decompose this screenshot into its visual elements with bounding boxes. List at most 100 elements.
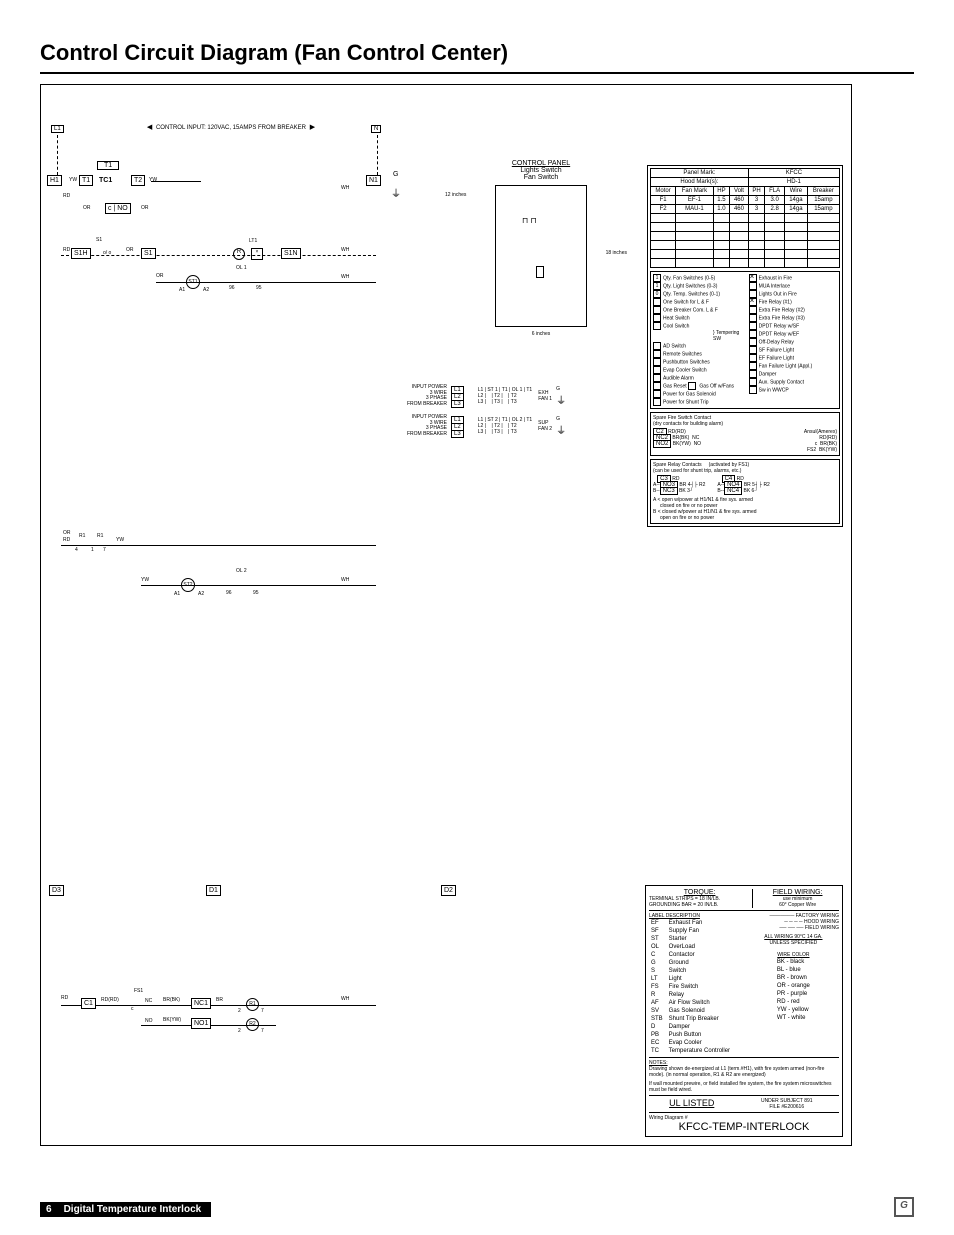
ol1-95: 95 <box>256 285 262 291</box>
arrow-right-icon <box>308 125 315 131</box>
fs1-no: NO <box>145 1018 153 1024</box>
no1-box: NO1 <box>191 1018 211 1029</box>
page-number: 6 <box>40 1202 58 1217</box>
wire-or-lower: OR <box>63 530 71 536</box>
st2-a1: A1 <box>174 591 180 597</box>
ul-listed: UL LISTED <box>649 1098 735 1110</box>
s1-label: S1 <box>96 237 102 243</box>
field-wiring-title: FIELD WIRING: <box>756 889 839 896</box>
panel-mark-val: KFCC <box>748 169 839 178</box>
wire-rd-lower: RD <box>63 537 70 543</box>
diagram-frame: L1 CONTROL INPUT: 120VAC, 15AMPS FROM BR… <box>40 84 852 1146</box>
wire-rd-fs: RD <box>61 995 68 1001</box>
hood-mark-lbl: Hood Mark(s): <box>651 178 749 187</box>
fs1-nc: NC <box>145 998 152 1004</box>
r1-lbl-b: R1 <box>97 533 103 539</box>
nc3: NC3 <box>660 487 678 495</box>
r-coil: R <box>233 248 245 260</box>
wire-wh-n1: WH <box>341 185 349 191</box>
c1-box: C1 <box>81 998 96 1009</box>
r1-coil: R1 <box>246 998 259 1011</box>
wire-or: OR <box>83 205 91 211</box>
input-power-2: INPUT POWER 3 WIRE 3 PHASE FROM BREAKER <box>391 415 447 437</box>
s1n-box: S1N <box>281 248 301 259</box>
n1-terminal: N1 <box>366 175 381 186</box>
arrow-left-icon <box>147 125 154 131</box>
wire-wh-3: WH <box>341 577 349 583</box>
wire-wh-2: WH <box>341 274 349 280</box>
control-input-label: CONTROL INPUT: 120VAC, 15AMPS FROM BREAK… <box>156 125 306 131</box>
input-power-1: INPUT POWER 3 WIRE 3 PHASE FROM BREAKER <box>391 385 447 407</box>
info-panel: Panel Mark:KFCC Hood Mark(s):HD-1 MotorF… <box>647 165 843 527</box>
dim-6: 6 inches <box>441 331 641 337</box>
fan2-label: FAN 2 <box>538 426 552 432</box>
model-code: KFCC-TEMP-INTERLOCK <box>649 1121 839 1133</box>
page-title: Control Circuit Diagram (Fan Control Cen… <box>40 40 914 66</box>
h1-terminal: H1 <box>47 175 62 186</box>
l3-a: L3 <box>451 400 464 408</box>
r1-1: 1 <box>91 547 94 553</box>
wire-or-2: OR <box>141 205 149 211</box>
r1-4: 4 <box>75 547 78 553</box>
fan1-label: FAN 1 <box>538 396 552 402</box>
panel-mark-lbl: Panel Mark: <box>651 169 749 178</box>
st1-coil: ST1 <box>186 275 200 289</box>
lt1-label: LT1 <box>249 238 257 244</box>
a1-label: A1 <box>179 287 185 293</box>
bk-yw: BK(YW) <box>163 1017 181 1023</box>
ol2-label: OL 2 <box>236 568 247 574</box>
nc1-box: NC1 <box>191 998 211 1009</box>
a2-label: A2 <box>203 287 209 293</box>
lt1-lamp: × <box>251 248 263 260</box>
dim-12: 12 inches <box>445 192 466 198</box>
wire-or-3: OR <box>126 247 134 253</box>
s1-box: S1 <box>141 248 156 259</box>
tc1-label: TC1 <box>99 177 112 184</box>
wire-rd: RD <box>63 193 70 199</box>
nc4: NC4 <box>724 487 742 495</box>
wire-wh: WH <box>341 247 349 253</box>
s1h-box: S1H <box>71 248 91 259</box>
fan-switch-label: Fan Switch <box>441 174 641 181</box>
ol1-96: 96 <box>229 285 235 291</box>
n-terminal: N <box>371 125 381 133</box>
wire-yw-lower: YW <box>116 537 124 543</box>
st2-a2: A2 <box>198 591 204 597</box>
d3-box: D3 <box>49 885 64 896</box>
t1-box: T1 <box>79 175 93 186</box>
t1-fuse: T1 <box>97 161 119 170</box>
d1-box: D1 <box>206 885 221 896</box>
l3-b: L3 <box>451 430 464 438</box>
ground-icon-2: ⏚ <box>556 396 566 407</box>
st2-coil: ST2 <box>181 578 195 592</box>
br-bk: BR(BK) <box>163 997 180 1003</box>
ol2-96: 96 <box>226 590 232 596</box>
ol2-95: 95 <box>253 590 259 596</box>
wire-color-title: WIRE COLOR <box>748 952 839 958</box>
g-label: G <box>393 171 398 178</box>
wire-yw-3: YW <box>141 577 149 583</box>
wire-yw: YW <box>69 177 77 183</box>
wire-rd-2: RD <box>63 247 70 253</box>
brand-logo-icon: G <box>894 1197 914 1217</box>
r1-lbl-a: R1 <box>79 533 85 539</box>
fs1-label: FS1 <box>134 988 143 994</box>
control-panel-label: CONTROL PANEL <box>441 160 641 167</box>
ground-icon-3: ⏚ <box>556 426 566 437</box>
wire-br: BR <box>216 997 223 1003</box>
no2: NO2 <box>653 440 671 448</box>
c-no-box: c | NO <box>105 203 131 214</box>
torque-title: TORQUE: <box>649 889 750 896</box>
rd-rd: RD(RD) <box>101 997 119 1003</box>
ol1-label: OL 1 <box>236 265 247 271</box>
footer-label: Digital Temperature Interlock <box>58 1202 212 1217</box>
r1-7: 7 <box>103 547 106 553</box>
label-desc-title: LABEL DESCRIPTION <box>649 913 748 919</box>
fs1-c: c <box>131 1006 134 1012</box>
d2-box: D2 <box>441 885 456 896</box>
legend-panel: TORQUE: TERMINAL STRIPS = 18 IN/LB. GROU… <box>645 885 843 1137</box>
lights-switch-label: Lights Switch <box>441 167 641 174</box>
spare-relay-sub: (can be used for shunt trip, alarms, etc… <box>653 468 837 474</box>
hood-mark-val: HD-1 <box>748 178 839 187</box>
l1-terminal: L1 <box>51 125 64 133</box>
